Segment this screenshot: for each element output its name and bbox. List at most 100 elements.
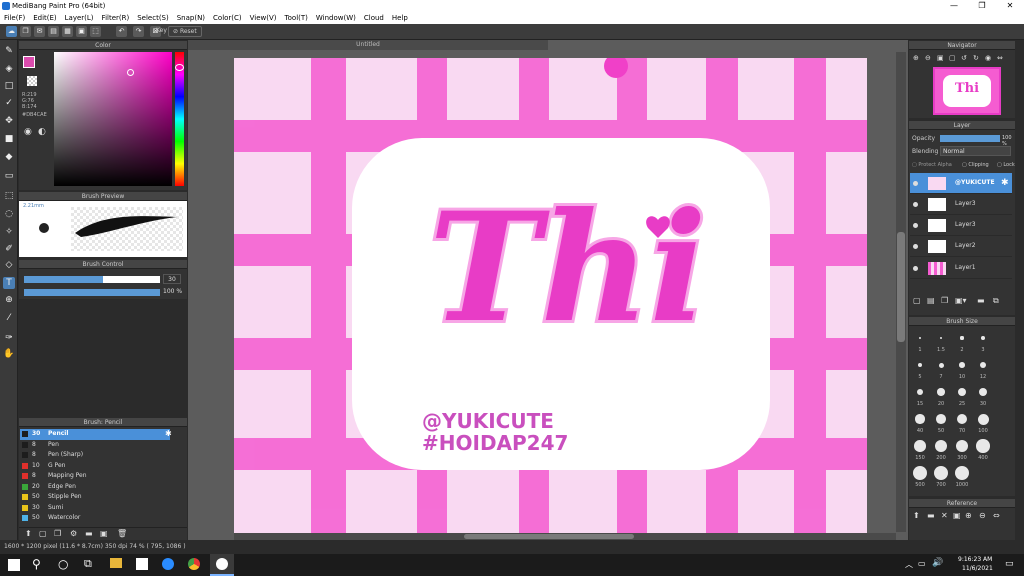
cortana-icon[interactable]: ○	[58, 557, 68, 571]
brush-opacity-slider[interactable]	[24, 289, 160, 296]
brush-list-item[interactable]: 30 Pencil ✱	[20, 429, 172, 440]
eye-icon[interactable]	[913, 181, 918, 186]
divide-tool-icon[interactable]: ⊕	[3, 294, 15, 306]
reference-flip-icon[interactable]: ⇔	[993, 511, 1000, 520]
search-icon[interactable]: ⚲	[32, 557, 41, 571]
color-picker-cursor[interactable]	[127, 69, 134, 76]
menu-filter[interactable]: Filter(R)	[102, 14, 130, 22]
merge-layer-icon[interactable]: ⧉	[993, 296, 999, 306]
folder-icon[interactable]: ▬	[977, 296, 985, 305]
brush-size-option[interactable]	[917, 362, 923, 368]
reference-close-icon[interactable]: ✕	[941, 511, 948, 520]
zalo-icon[interactable]	[162, 558, 174, 570]
hand-tool-icon[interactable]: ✋	[3, 348, 15, 360]
lasso-tool-icon[interactable]: ◌	[3, 208, 15, 220]
brush-list-item[interactable]: 20 Edge Pen	[20, 482, 170, 493]
chrome-icon[interactable]	[188, 558, 200, 570]
brush-list-item[interactable]: 10 G Pen	[20, 461, 170, 472]
text-tool-icon[interactable]: T	[3, 277, 15, 289]
magic-wand-icon[interactable]: ✧	[3, 226, 15, 238]
brush-delete-icon[interactable]: 🗑	[117, 529, 127, 538]
brush-list-item[interactable]: 8 Mapping Pen	[20, 471, 170, 482]
horizontal-scroll-thumb[interactable]	[464, 534, 634, 539]
brush-size-option[interactable]	[915, 414, 925, 424]
clock-date[interactable]: 11/6/2021	[962, 565, 993, 572]
chevron-up-icon[interactable]: ︿	[905, 559, 913, 570]
notification-icon[interactable]: ▭	[1005, 559, 1014, 569]
layer-row[interactable]: Layer3	[910, 215, 1012, 236]
layer-row[interactable]: Layer1	[910, 258, 1012, 279]
clock-time[interactable]: 9:16:23 AM	[958, 556, 992, 563]
horizontal-scrollbar[interactable]	[234, 533, 896, 540]
brush-size-option[interactable]	[958, 388, 966, 396]
hue-slider[interactable]	[175, 52, 184, 186]
eye-icon[interactable]	[913, 244, 918, 249]
eraser-tool-icon[interactable]: ◈	[3, 63, 15, 75]
brush-list-item[interactable]: 30 Sumi	[20, 503, 170, 514]
menu-view[interactable]: View(V)	[250, 14, 277, 22]
document-tab[interactable]: Untitled	[188, 40, 548, 50]
gear-icon[interactable]: ✱	[1001, 178, 1009, 188]
brush-size-option[interactable]	[913, 466, 927, 480]
brush-settings-gear-icon[interactable]: ✱	[165, 429, 172, 440]
reference-zoom-in-icon[interactable]: ⊕	[965, 511, 972, 520]
undo-icon[interactable]: ↶	[116, 26, 127, 37]
brush-size-option[interactable]	[934, 466, 948, 480]
menu-layer[interactable]: Layer(L)	[65, 14, 94, 22]
brush-size-option[interactable]	[978, 387, 988, 397]
minimize-button[interactable]: —	[940, 0, 968, 12]
brush-size-option[interactable]	[934, 439, 948, 453]
layer-opacity-slider[interactable]	[940, 135, 1000, 142]
brush-size-option[interactable]	[955, 439, 969, 453]
brush-size-option[interactable]	[981, 336, 985, 340]
select-tool-icon[interactable]: ⬚	[3, 190, 15, 202]
brush-tool-icon[interactable]: ✎	[3, 45, 15, 57]
menu-tool[interactable]: Tool(T)	[285, 14, 308, 22]
artwork-canvas[interactable]: Thi @YUKICUTE #HOIDAP247	[234, 58, 867, 533]
reference-up-icon[interactable]: ⬆	[913, 511, 920, 520]
brush-list-item[interactable]: 8 Pen (Sharp)	[20, 450, 170, 461]
select-eraser-icon[interactable]: ◇	[3, 259, 15, 271]
comment-icon[interactable]: ✉	[34, 26, 45, 37]
reference-fit-icon[interactable]: ▣	[953, 511, 961, 520]
redo-icon[interactable]: ↷	[133, 26, 144, 37]
rotate-right-icon[interactable]: ↻	[973, 54, 979, 62]
protect-alpha-checkbox[interactable]: ▢ Protect Alpha	[912, 162, 952, 168]
close-button[interactable]: ✕	[996, 0, 1024, 12]
sub-color-swatch[interactable]	[27, 76, 37, 86]
brush-size-option[interactable]	[939, 336, 943, 340]
reference-zoom-out-icon[interactable]: ⊖	[979, 511, 986, 520]
brush-up-icon[interactable]: ⬆	[25, 529, 32, 538]
brush-size-option[interactable]	[937, 388, 945, 396]
select-icon[interactable]: ⬚	[90, 26, 101, 37]
brush-size-option[interactable]	[919, 337, 921, 339]
brush-list-item[interactable]: 50 Stipple Pen	[20, 492, 170, 503]
clipping-checkbox[interactable]: ▢ Clipping	[962, 162, 989, 168]
cloud-icon[interactable]: ☁	[6, 26, 17, 37]
brush-settings-icon[interactable]: ⚙	[70, 529, 77, 538]
lock-checkbox[interactable]: ▢ Lock	[997, 162, 1015, 168]
add-layer-menu-icon[interactable]: ▣▾	[955, 296, 967, 305]
eye-icon[interactable]	[913, 223, 918, 228]
gradient-tool-icon[interactable]: ▭	[3, 170, 15, 182]
vertical-scroll-thumb[interactable]	[897, 232, 905, 342]
fit-icon[interactable]: ▣	[937, 54, 944, 62]
dot-tool-icon[interactable]: □	[3, 80, 15, 92]
brush-size-option[interactable]	[955, 466, 969, 480]
brush-size-option[interactable]	[916, 388, 924, 396]
copy-icon[interactable]: ❐	[20, 26, 31, 37]
brush-size-option[interactable]	[960, 336, 964, 340]
volume-icon[interactable]: 🔊	[932, 558, 943, 568]
color-circle-icon[interactable]: ◐	[38, 127, 46, 137]
grid-icon[interactable]: ▦	[62, 26, 73, 37]
check-tool-icon[interactable]: ✓	[3, 97, 15, 109]
select-pen-icon[interactable]: ✐	[3, 243, 15, 255]
bucket-tool-icon[interactable]: ◆	[3, 151, 15, 163]
new-layer-icon[interactable]: ▤	[927, 296, 935, 305]
brush-folder-icon[interactable]: ▬	[85, 529, 93, 538]
brush-size-option[interactable]	[956, 413, 968, 425]
menu-cloud[interactable]: Cloud	[364, 14, 384, 22]
brush-size-option[interactable]	[914, 440, 926, 452]
brush-size-option[interactable]	[938, 362, 944, 368]
save-icon[interactable]: ▤	[48, 26, 59, 37]
